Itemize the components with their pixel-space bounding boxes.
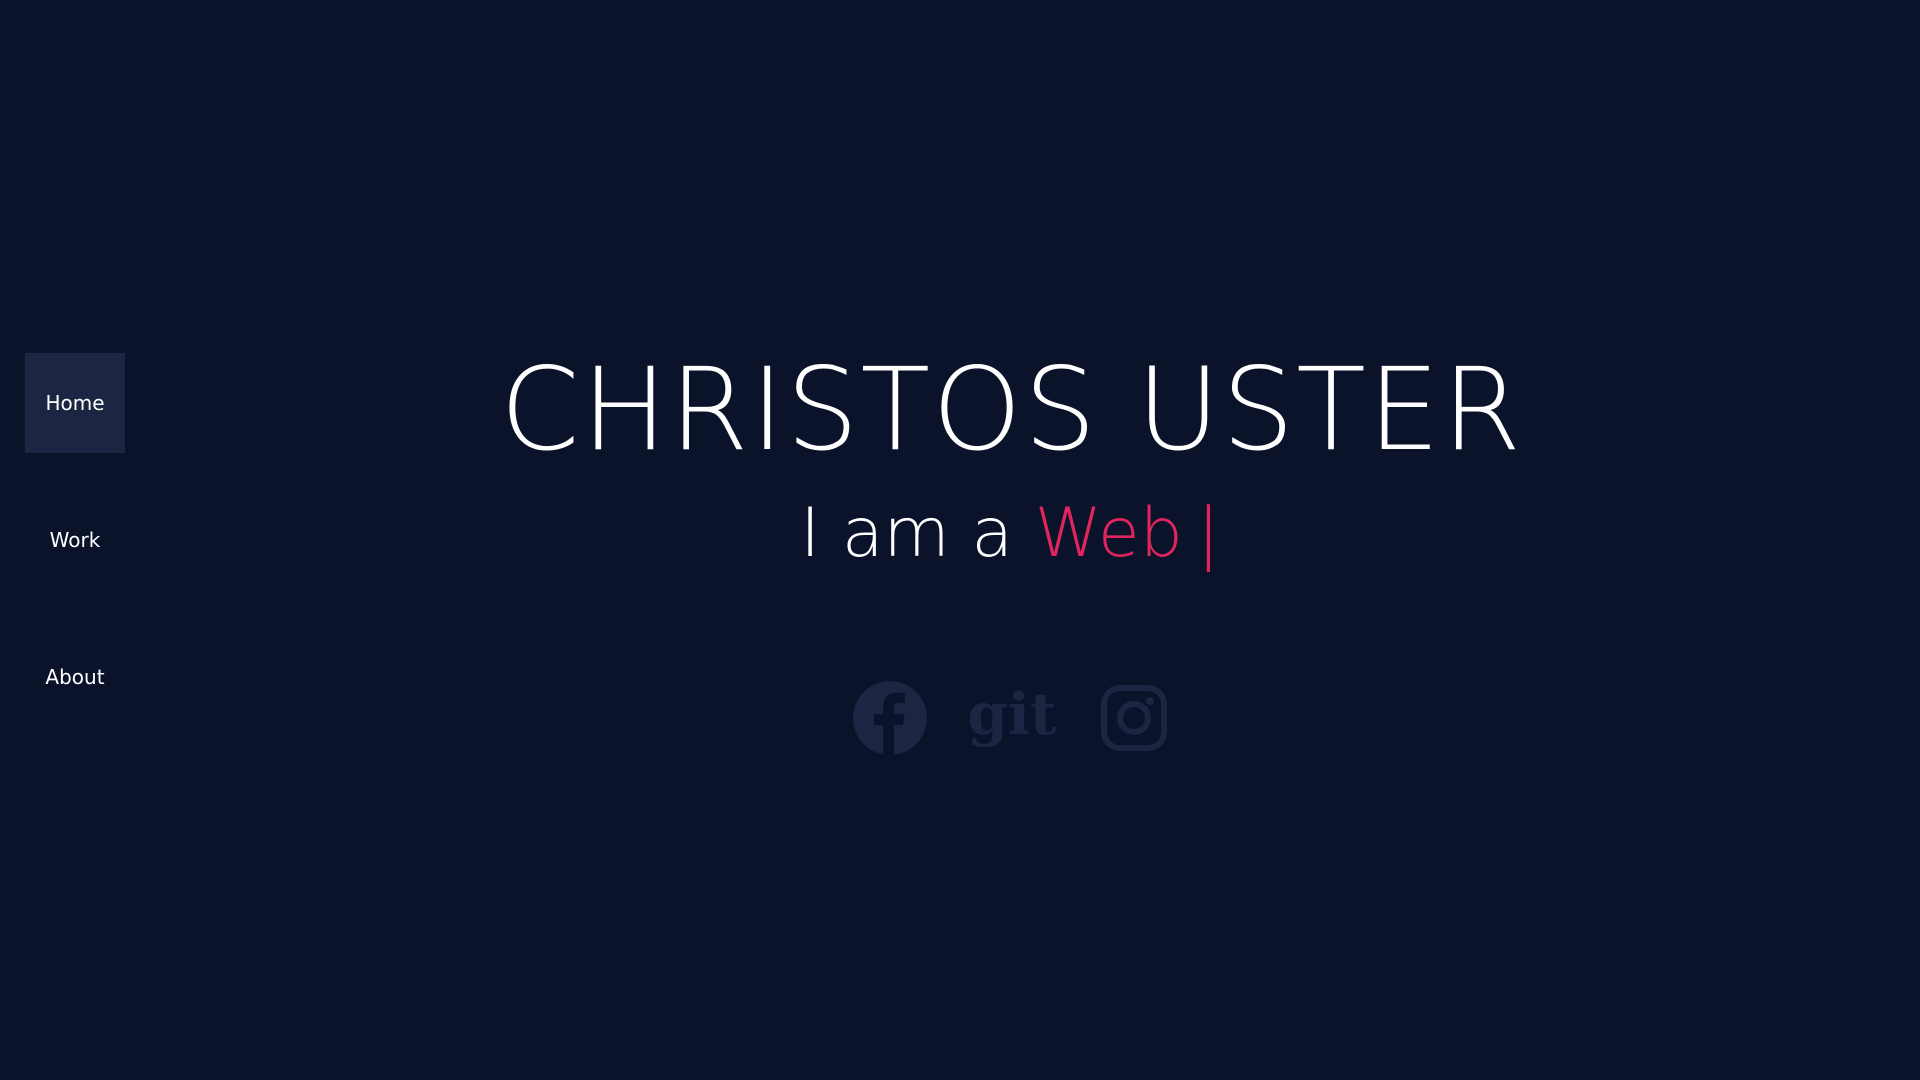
hero-tagline: I am a Web |: [500, 492, 1520, 576]
hero-section: CHRISTOS USTER I am a Web | git: [0, 0, 1920, 1080]
tagline-role: Web: [1034, 494, 1183, 573]
typing-cursor: |: [1196, 494, 1220, 573]
facebook-link[interactable]: [853, 680, 927, 756]
instagram-link[interactable]: [1097, 680, 1171, 756]
facebook-icon: [853, 681, 927, 755]
page: Home Work About CHRISTOS USTER I am a We…: [0, 0, 1920, 1080]
instagram-icon: [1101, 685, 1167, 751]
hero-name: CHRISTOS USTER: [500, 343, 1524, 476]
social-links: git: [853, 680, 1219, 756]
git-icon: git: [967, 680, 1057, 748]
git-link[interactable]: git: [967, 680, 1056, 756]
tagline-lead: I am a: [800, 494, 1014, 573]
